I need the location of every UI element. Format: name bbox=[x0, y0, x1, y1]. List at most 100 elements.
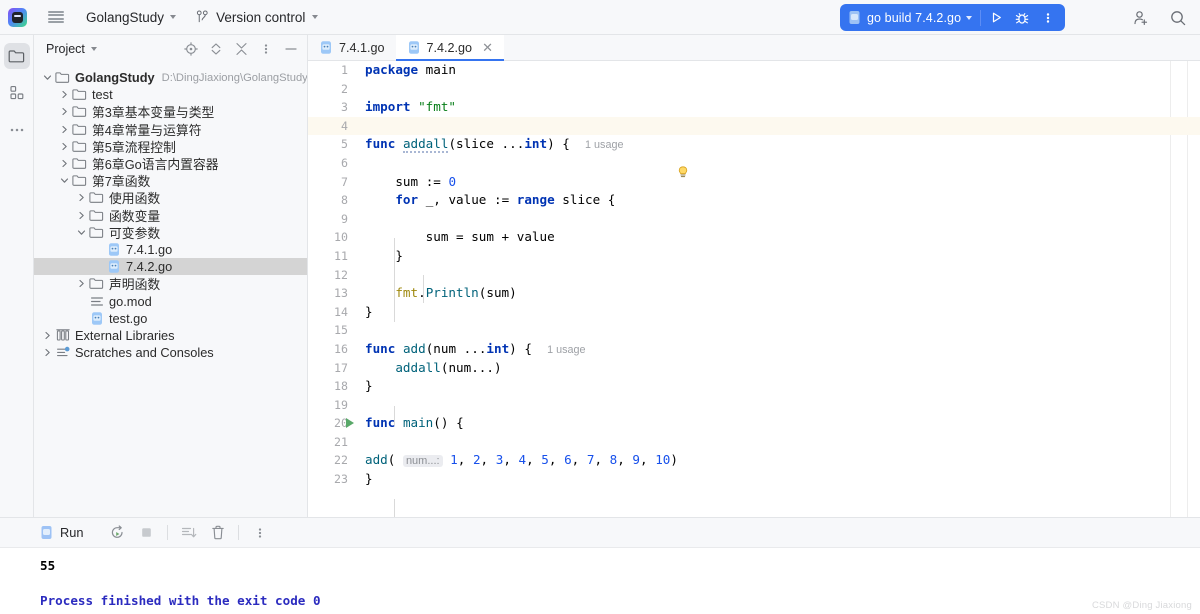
editor-tab-7-4-1-go[interactable]: 7.4.1.go bbox=[308, 35, 396, 60]
tree-item-scratches-and-consoles[interactable]: Scratches and Consoles bbox=[34, 344, 307, 361]
hamburger-menu-icon[interactable] bbox=[48, 11, 64, 24]
debug-button[interactable] bbox=[1009, 6, 1035, 30]
code-line[interactable]: 18} bbox=[308, 377, 1200, 396]
toolbar-divider bbox=[238, 525, 239, 540]
select-opened-file-button[interactable] bbox=[183, 41, 199, 57]
line-number: 20 bbox=[308, 416, 348, 430]
clear-all-button[interactable] bbox=[209, 524, 226, 541]
tree-item-label: 7.4.2.go bbox=[126, 259, 172, 274]
run-console-output[interactable]: 55 Process finished with the exit code 0 bbox=[0, 548, 1200, 614]
run-configuration-widget[interactable]: go build 7.4.2.go bbox=[840, 4, 1065, 31]
chevron-right-icon bbox=[60, 107, 69, 116]
code-line[interactable]: 4 bbox=[308, 117, 1200, 136]
tree-expand-arrow[interactable] bbox=[42, 347, 53, 358]
sidebar-item-structure[interactable] bbox=[4, 80, 30, 106]
code-line[interactable]: 7 sum := 0 bbox=[308, 173, 1200, 192]
project-options-button[interactable] bbox=[258, 41, 274, 57]
project-panel-title-selector[interactable]: Project bbox=[46, 42, 97, 56]
gutter-run-icon[interactable] bbox=[346, 418, 354, 428]
add-account-button[interactable] bbox=[1131, 8, 1151, 28]
search-button[interactable] bbox=[1168, 8, 1188, 28]
code-line[interactable]: 19 bbox=[308, 396, 1200, 415]
tree-item-7.4.2.go[interactable]: 7.4.2.go bbox=[34, 258, 307, 275]
tree-expand-arrow[interactable] bbox=[42, 72, 53, 83]
stop-button[interactable] bbox=[138, 524, 155, 541]
code-line[interactable]: 10 sum = sum + value bbox=[308, 228, 1200, 247]
tree-item-go.mod[interactable]: go.mod bbox=[34, 292, 307, 309]
tree-expand-arrow[interactable] bbox=[59, 106, 70, 117]
tree-expand-arrow[interactable] bbox=[93, 244, 104, 255]
code-line[interactable]: 6 bbox=[308, 154, 1200, 173]
lightbulb-icon[interactable] bbox=[677, 166, 689, 179]
tree-item-6-go[interactable]: 第6章Go语言内置容器 bbox=[34, 155, 307, 172]
project-tree[interactable]: GolangStudyD:\DingJiaxiong\GolangStudyte… bbox=[34, 63, 307, 517]
tree-item-label: 第7章函数 bbox=[92, 171, 150, 190]
sidebar-item-more[interactable] bbox=[4, 117, 30, 143]
tree-expand-arrow[interactable] bbox=[59, 89, 70, 100]
project-name-selector[interactable]: GolangStudy bbox=[86, 10, 176, 25]
tree-item-7.4.1.go[interactable]: 7.4.1.go bbox=[34, 241, 307, 258]
tree-expand-arrow[interactable] bbox=[59, 175, 70, 186]
code-line[interactable]: 11 } bbox=[308, 247, 1200, 266]
usage-hint[interactable]: 1 usage bbox=[547, 344, 585, 356]
usage-hint[interactable]: 1 usage bbox=[585, 139, 623, 151]
code-text: } bbox=[365, 471, 373, 486]
code-line[interactable]: 20func main() { bbox=[308, 414, 1200, 433]
collapse-all-button[interactable] bbox=[233, 41, 249, 57]
tree-item-golangstudy[interactable]: GolangStudyD:\DingJiaxiong\GolangStudy bbox=[34, 69, 307, 86]
tree-expand-arrow[interactable] bbox=[59, 124, 70, 135]
code-line[interactable]: 12 bbox=[308, 266, 1200, 285]
tree-expand-arrow[interactable] bbox=[59, 141, 70, 152]
tree-item-[interactable]: 使用函数 bbox=[34, 189, 307, 206]
code-line[interactable]: 16func add(num ...int) { 1 usage bbox=[308, 340, 1200, 359]
tree-expand-arrow[interactable] bbox=[93, 261, 104, 272]
code-line[interactable]: 9 bbox=[308, 210, 1200, 229]
code-editor[interactable]: 1package main23import "fmt"45func addall… bbox=[308, 61, 1200, 517]
rerun-button[interactable] bbox=[109, 524, 126, 541]
code-line[interactable]: 23} bbox=[308, 470, 1200, 489]
tree-expand-arrow[interactable] bbox=[76, 210, 87, 221]
tree-item-label: GolangStudy bbox=[75, 70, 155, 85]
tree-expand-arrow[interactable] bbox=[76, 192, 87, 203]
code-line[interactable]: 15 bbox=[308, 321, 1200, 340]
tree-item-external-libraries[interactable]: External Libraries bbox=[34, 327, 307, 344]
tree-item-5[interactable]: 第5章流程控制 bbox=[34, 138, 307, 155]
close-icon[interactable]: ✕ bbox=[482, 41, 493, 54]
code-line[interactable]: 1package main bbox=[308, 61, 1200, 80]
run-options-button[interactable] bbox=[251, 524, 268, 541]
project-tool-window: Project bbox=[34, 35, 308, 517]
tree-item-test[interactable]: test bbox=[34, 86, 307, 103]
tree-item-[interactable]: 声明函数 bbox=[34, 275, 307, 292]
tree-item-4[interactable]: 第4章常量与运算符 bbox=[34, 121, 307, 138]
code-line[interactable]: 3import "fmt" bbox=[308, 98, 1200, 117]
tree-expand-arrow[interactable] bbox=[76, 278, 87, 289]
tree-expand-arrow[interactable] bbox=[59, 158, 70, 169]
run-more-button[interactable] bbox=[1035, 6, 1061, 30]
scroll-to-end-button[interactable] bbox=[180, 524, 197, 541]
tree-expand-arrow[interactable] bbox=[76, 296, 87, 307]
code-line[interactable]: 21 bbox=[308, 433, 1200, 452]
code-line[interactable]: 14} bbox=[308, 303, 1200, 322]
code-line[interactable]: 5func addall(slice ...int) { 1 usage bbox=[308, 135, 1200, 154]
version-control-widget[interactable]: Version control bbox=[196, 10, 318, 25]
tree-item-[interactable]: 函数变量 bbox=[34, 207, 307, 224]
tree-item-[interactable]: 可变参数 bbox=[34, 224, 307, 241]
editor-tab-7-4-2-go[interactable]: 7.4.2.go✕ bbox=[396, 35, 504, 60]
code-line[interactable]: 2 bbox=[308, 80, 1200, 99]
tree-expand-arrow[interactable] bbox=[42, 330, 53, 341]
tree-item-7[interactable]: 第7章函数 bbox=[34, 172, 307, 189]
sidebar-item-project[interactable] bbox=[4, 43, 30, 69]
code-line[interactable]: 22add( num...: 1, 2, 3, 4, 5, 6, 7, 8, 9… bbox=[308, 451, 1200, 470]
expand-collapse-button[interactable] bbox=[208, 41, 224, 57]
chevron-down-icon bbox=[312, 15, 318, 19]
code-line[interactable]: 13 fmt.Println(sum) bbox=[308, 284, 1200, 303]
code-line[interactable]: 8 for _, value := range slice { bbox=[308, 191, 1200, 210]
code-text: func add(num ...int) { 1 usage bbox=[365, 341, 586, 356]
tree-item-3[interactable]: 第3章基本变量与类型 bbox=[34, 103, 307, 120]
code-line[interactable]: 17 addall(num...) bbox=[308, 359, 1200, 378]
hide-panel-button[interactable] bbox=[283, 41, 299, 57]
tree-expand-arrow[interactable] bbox=[76, 227, 87, 238]
run-button[interactable] bbox=[983, 6, 1009, 30]
tree-expand-arrow[interactable] bbox=[76, 313, 87, 324]
tree-item-test.go[interactable]: test.go bbox=[34, 310, 307, 327]
